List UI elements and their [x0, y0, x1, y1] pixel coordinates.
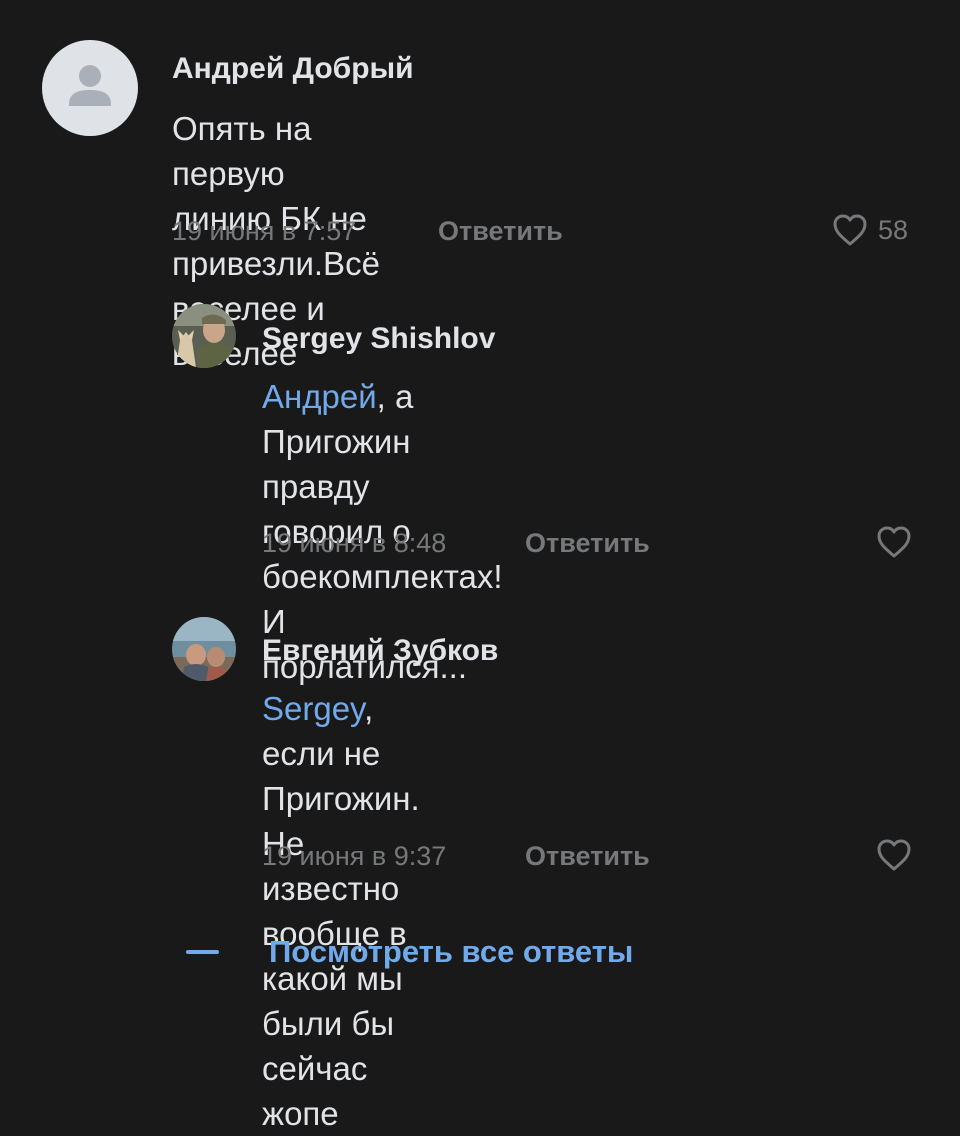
view-all-replies-button[interactable]: Посмотреть все ответы: [186, 934, 633, 970]
comment-text-line: Андрей, а Пригожин правду: [262, 374, 503, 509]
avatar[interactable]: [172, 304, 236, 368]
user-icon: [69, 65, 111, 106]
comment-date: 19 июня в 9:37: [262, 841, 447, 871]
comment-text: Sergey, если не Пригожин. Не известно во…: [262, 686, 420, 1136]
heart-icon: [877, 526, 911, 558]
reply-button[interactable]: Ответить: [525, 528, 650, 559]
reply-button[interactable]: Ответить: [438, 216, 563, 247]
comment-date: 19 июня в 8:48: [262, 528, 447, 558]
comment-date: 19 июня в 7:57: [172, 216, 357, 246]
photo-avatar-icon: [172, 617, 236, 681]
avatar[interactable]: [42, 40, 138, 136]
heart-icon: [877, 839, 911, 871]
like-button[interactable]: [876, 525, 912, 559]
heart-icon: [833, 214, 867, 246]
like-button[interactable]: 58: [832, 213, 908, 247]
like-button[interactable]: [876, 838, 912, 872]
mention-link[interactable]: Андрей: [262, 378, 377, 415]
comment-author[interactable]: Андрей Добрый: [172, 52, 414, 86]
photo-avatar-icon: [172, 304, 236, 368]
collapse-dash-icon: [186, 950, 219, 954]
like-count: 58: [878, 214, 909, 245]
comment-author[interactable]: Sergey Shishlov: [262, 322, 495, 356]
comment-author[interactable]: Евгений Зубков: [262, 634, 498, 668]
comment-text-line: были бы сейчас жопе: [262, 1005, 395, 1132]
view-all-replies-label: Посмотреть все ответы: [269, 934, 634, 969]
reply-button[interactable]: Ответить: [525, 841, 650, 872]
mention-link[interactable]: Sergey: [262, 690, 364, 727]
avatar[interactable]: [172, 617, 236, 681]
comment-text-line: Sergey, если не Пригожин. Не: [262, 686, 420, 866]
